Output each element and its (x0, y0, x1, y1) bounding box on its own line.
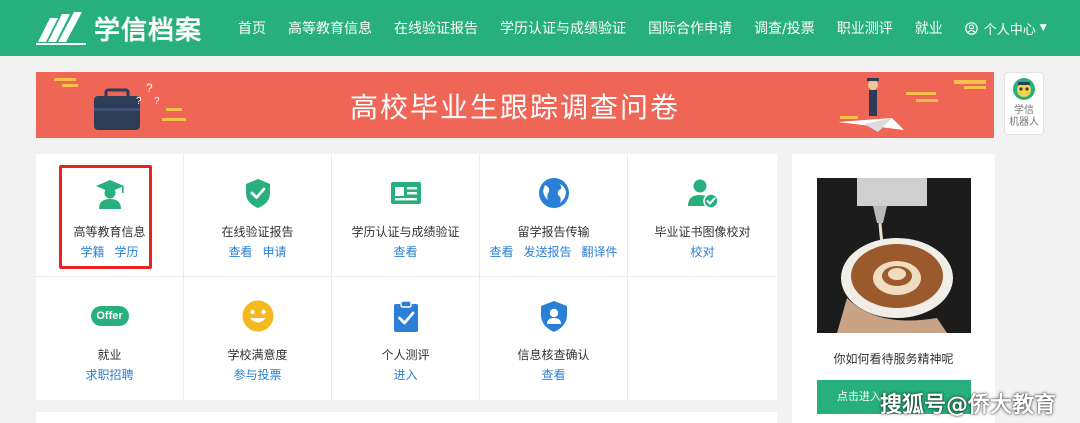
service-info-verification[interactable]: 信息核查确认 查看 (480, 277, 628, 400)
robot-label-line1: 学信 (1014, 105, 1034, 116)
user-center-menu[interactable]: 个人中心 ▼ (964, 19, 1047, 38)
top-header: 学信档案 首页 高等教育信息 在线验证报告 学历认证与成绩验证 国际合作申请 调… (0, 0, 1080, 56)
service-title: 个人测评 (381, 348, 430, 362)
service-title: 在线验证报告 (221, 225, 294, 239)
robot-label-line2: 机器人 (1009, 117, 1039, 128)
user-circle-icon (964, 21, 978, 35)
latte-art-image (817, 178, 971, 333)
service-diploma-image-check[interactable]: 毕业证书图像校对 校对 (628, 154, 777, 277)
graduate-figure (869, 90, 877, 116)
main-nav: 首页 高等教育信息 在线验证报告 学历认证与成绩验证 国际合作申请 调查/投票 … (238, 0, 1047, 56)
nav-career-test[interactable]: 职业测评 (837, 18, 893, 38)
shield-check-icon (245, 179, 270, 208)
service-title: 留学报告传输 (517, 225, 590, 239)
nav-online-report[interactable]: 在线验证报告 (394, 18, 478, 38)
service-spirit-card: 你如何看待服务精神呢 点击进入 (792, 154, 995, 423)
globe-icon (538, 178, 569, 208)
service-study-abroad-report[interactable]: 留学报告传输 查看 发送报告 翻译件 (480, 154, 628, 277)
nav-survey[interactable]: 调查/投票 (754, 18, 815, 38)
service-empty-slot (628, 277, 777, 400)
smiley-icon (242, 300, 273, 332)
nav-higher-education[interactable]: 高等教育信息 (288, 18, 372, 38)
coffee-photo (817, 178, 971, 333)
link-send-report[interactable]: 发送报告 (523, 245, 571, 259)
service-personal-assessment[interactable]: 个人测评 进入 (332, 277, 480, 400)
service-title: 就业 (97, 348, 122, 362)
robot-avatar-icon (1013, 78, 1035, 100)
service-title: 毕业证书图像校对 (654, 225, 751, 239)
service-employment[interactable]: Offer 就业 求职招聘 (36, 277, 184, 400)
robot-assistant-button[interactable]: 学信 机器人 (1004, 72, 1044, 135)
user-check-icon (687, 179, 719, 209)
service-school-satisfaction[interactable]: 学校满意度 参与投票 (184, 277, 332, 400)
link-view-certification[interactable]: 查看 (393, 245, 417, 259)
lower-panel (36, 412, 777, 423)
link-job-search[interactable]: 求职招聘 (85, 368, 133, 382)
link-apply-report[interactable]: 申请 (263, 245, 287, 259)
banner-illustration-right (838, 78, 986, 132)
books-logo-icon (36, 12, 86, 45)
service-title: 学历认证与成绩验证 (351, 225, 460, 239)
user-shield-icon (540, 301, 567, 332)
link-enter-assessment[interactable]: 进入 (393, 368, 417, 382)
service-degree-certification[interactable]: 学历认证与成绩验证 查看 (332, 154, 480, 277)
offer-badge-text: Offer (90, 306, 129, 326)
id-card-icon (390, 182, 421, 204)
offer-badge-icon: Offer (90, 299, 129, 333)
clipboard-check-icon (393, 300, 418, 332)
nav-degree-certification[interactable]: 学历认证与成绩验证 (500, 18, 626, 38)
service-title: 学校满意度 (227, 348, 288, 362)
nav-home[interactable]: 首页 (238, 18, 266, 38)
brand-name: 学信档案 (94, 15, 203, 46)
link-view-verification[interactable]: 查看 (541, 368, 565, 382)
survey-banner[interactable]: ? ? ? 高校毕业生跟踪调查问卷 (36, 72, 994, 138)
service-title: 信息核查确认 (517, 348, 590, 362)
nav-employment[interactable]: 就业 (915, 18, 943, 38)
user-center-label: 个人中心 (983, 22, 1036, 38)
link-view-abroad[interactable]: 查看 (489, 245, 513, 259)
link-view-report[interactable]: 查看 (228, 245, 252, 259)
chevron-down-icon: ▼ (1039, 23, 1047, 33)
site-logo[interactable]: 学信档案 (36, 8, 202, 48)
card-caption: 你如何看待服务精神呢 (833, 352, 954, 366)
link-proofread[interactable]: 校对 (690, 245, 714, 259)
watermark-text: 搜狐号@侨大教育 (880, 393, 1057, 418)
nav-international[interactable]: 国际合作申请 (648, 18, 732, 38)
link-translation[interactable]: 翻译件 (582, 245, 618, 259)
highlight-box (59, 165, 152, 269)
link-vote[interactable]: 参与投票 (233, 368, 281, 382)
service-online-report[interactable]: 在线验证报告 查看 申请 (184, 154, 332, 277)
